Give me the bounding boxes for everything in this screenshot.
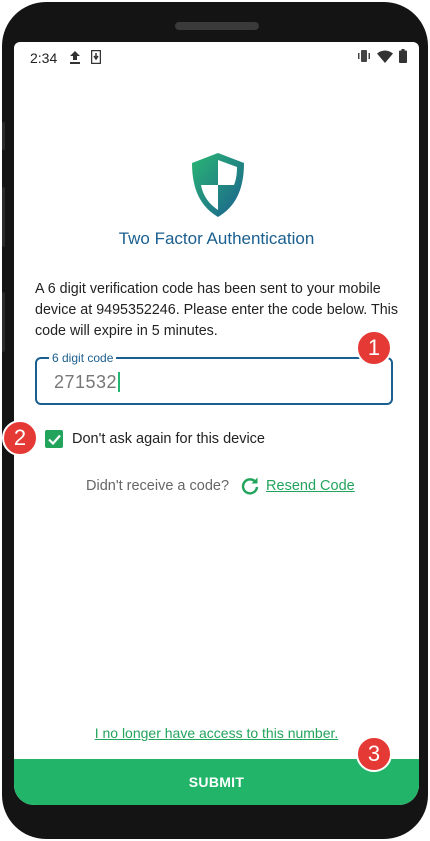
callout-badge-1: 1 (356, 330, 392, 366)
checkmark-icon (47, 434, 61, 445)
code-input-field[interactable]: 6 digit code 271532 (35, 350, 393, 405)
refresh-icon[interactable] (240, 476, 260, 496)
battery-icon (399, 49, 407, 63)
shield-icon (192, 153, 244, 217)
resend-prompt: Didn't receive a code? (86, 478, 230, 494)
app-screen: 2:34 Two Factor Authentication A 6 digit… (14, 42, 419, 805)
remember-device-row[interactable]: Don't ask again for this device (45, 430, 265, 448)
remember-device-checkbox[interactable] (45, 430, 63, 448)
phone-volume-down-button (2, 292, 5, 352)
wifi-icon (377, 50, 393, 63)
status-time: 2:34 (30, 50, 58, 66)
callout-badge-2: 2 (2, 420, 38, 456)
code-input-text: 271532 (54, 372, 118, 392)
submit-button[interactable]: SUBMIT (14, 759, 419, 805)
phone-speaker (175, 22, 259, 30)
phone-frame: 2:34 Two Factor Authentication A 6 digit… (2, 2, 428, 839)
resend-code-link[interactable]: Resend Code (266, 478, 355, 494)
status-right-icons (357, 49, 407, 63)
phone-side-button (2, 122, 5, 150)
sim-download-icon (91, 50, 101, 64)
vibrate-icon (358, 50, 370, 62)
status-bar: 2:34 (14, 42, 419, 72)
text-caret (118, 372, 121, 392)
remember-device-label[interactable]: Don't ask again for this device (72, 431, 265, 447)
code-input-label: 6 digit code (49, 350, 117, 366)
status-left-icons (69, 50, 101, 64)
phone-volume-up-button (2, 187, 5, 247)
resend-row: Didn't receive a code? Resend Code (86, 476, 355, 496)
no-access-link[interactable]: I no longer have access to this number. (14, 725, 419, 741)
code-input-value[interactable]: 271532 (54, 372, 121, 393)
verification-message: A 6 digit verification code has been sen… (35, 281, 398, 339)
upload-icon (70, 51, 80, 64)
callout-badge-3: 3 (356, 736, 392, 772)
page-title: Two Factor Authentication (118, 229, 315, 248)
